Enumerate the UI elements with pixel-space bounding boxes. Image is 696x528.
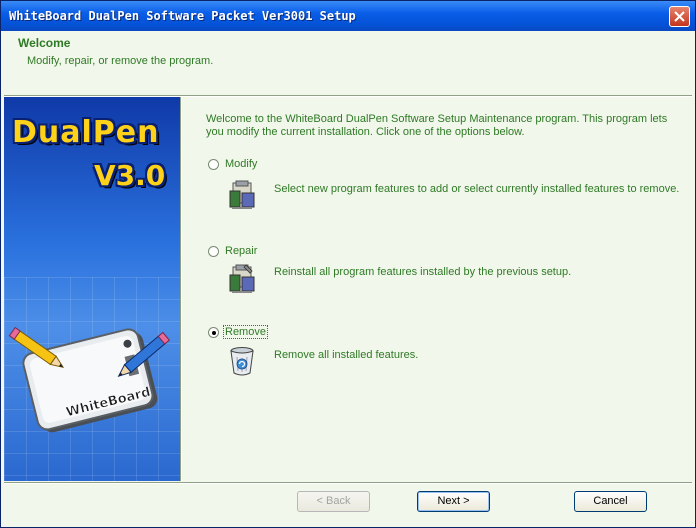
modify-radio[interactable] [208,159,219,170]
header-subtitle: Modify, repair, or remove the program. [27,55,214,67]
cancel-button[interactable]: Cancel [574,491,647,512]
banner-product-name: DualPen [12,115,160,150]
setup-window: WhiteBoard DualPen Software Packet Ver30… [0,0,696,528]
modify-description: Select new program features to add or se… [274,183,680,195]
window-title: WhiteBoard DualPen Software Packet Ver30… [9,9,356,23]
maintenance-options-panel: Welcome to the WhiteBoard DualPen Softwa… [182,97,692,481]
modify-label[interactable]: Modify [225,158,257,170]
next-button[interactable]: Next > [417,491,490,512]
radio-selected-dot [212,331,216,335]
banner-version: V3.0 [94,159,166,192]
back-button[interactable]: < Back [297,491,370,512]
close-button[interactable] [669,6,690,27]
recycle-bin-icon [230,347,254,376]
wizard-header: Welcome Modify, repair, or remove the pr… [4,31,692,95]
repair-label[interactable]: Repair [225,245,257,257]
repair-radio[interactable] [208,246,219,257]
modify-package-icon [229,180,255,209]
header-title: Welcome [18,36,71,50]
repair-package-icon [229,264,255,293]
remove-description: Remove all installed features. [274,349,419,361]
remove-radio[interactable] [208,327,219,338]
footer-divider [4,482,692,484]
repair-description: Reinstall all program features installed… [274,266,572,278]
wizard-footer: < Back Next > Cancel [4,485,692,527]
whiteboard-illustration: WhiteBoard [8,326,171,433]
remove-label[interactable]: Remove [223,325,268,339]
close-icon [674,11,685,22]
intro-text: Welcome to the WhiteBoard DualPen Softwa… [206,113,668,138]
product-banner: DualPen V3.0 WhiteBoard [4,97,180,481]
title-bar[interactable]: WhiteBoard DualPen Software Packet Ver30… [1,1,695,31]
